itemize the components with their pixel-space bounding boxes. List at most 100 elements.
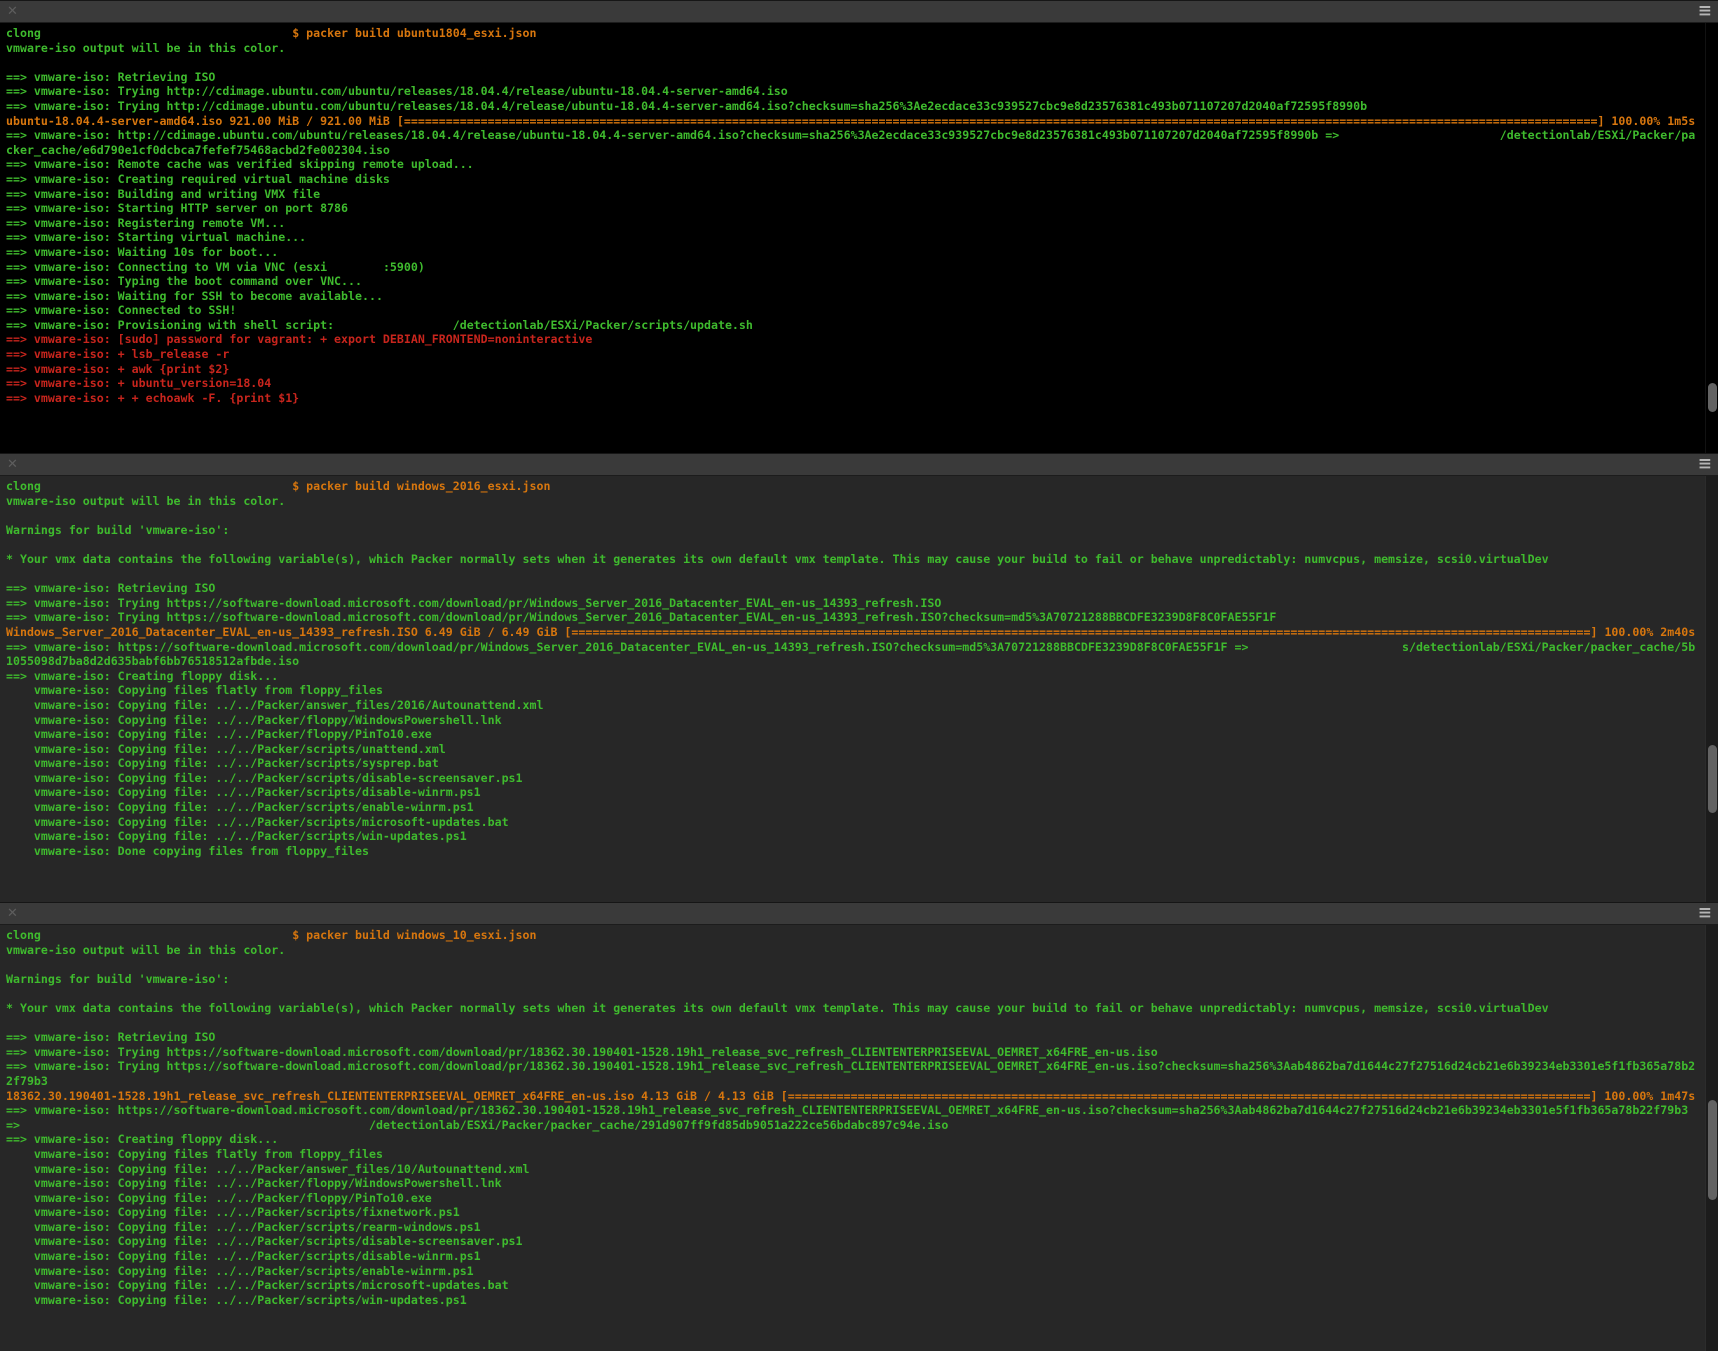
terminal-line: ==> vmware-iso: Trying https://software-… <box>6 1045 1718 1060</box>
pane-titlebar[interactable]: ✕ ≡ <box>0 902 1718 925</box>
terminal-line: vmware-iso: Copying file: ../../Packer/f… <box>6 727 1718 742</box>
menu-icon[interactable]: ≡ <box>1698 906 1711 921</box>
terminal-line: * Your vmx data contains the following v… <box>6 1001 1718 1016</box>
terminal-line: ==> vmware-iso: Connecting to VM via VNC… <box>6 260 1718 275</box>
menu-icon[interactable]: ≡ <box>1698 457 1711 472</box>
terminal-line: vmware-iso: Copying file: ../../Packer/s… <box>6 785 1718 800</box>
terminal-line: vmware-iso: Copying file: ../../Packer/s… <box>6 815 1718 830</box>
terminal-line: ==> vmware-iso: + awk {print $2} <box>6 362 1718 377</box>
terminal-lines: clong $ packer build windows_2016_esxi.j… <box>0 476 1718 858</box>
terminal-line <box>6 537 1718 552</box>
scrollbar-thumb[interactable] <box>1708 745 1717 813</box>
terminal-line <box>6 567 1718 582</box>
terminal-lines: clong $ packer build ubuntu1804_esxi.jso… <box>0 23 1718 405</box>
scrollbar-thumb[interactable] <box>1708 383 1717 412</box>
terminal-line: ==> vmware-iso: Provisioning with shell … <box>6 318 1718 333</box>
terminal-line <box>6 508 1718 523</box>
terminal-line: vmware-iso output will be in this color. <box>6 943 1718 958</box>
terminal-line: ==> vmware-iso: Connected to SSH! <box>6 303 1718 318</box>
terminal-line: ==> vmware-iso: + + echoawk -F. {print $… <box>6 391 1718 406</box>
terminal-line: vmware-iso: Copying file: ../../Packer/s… <box>6 1234 1718 1249</box>
terminal-output[interactable]: clong $ packer build ubuntu1804_esxi.jso… <box>0 23 1718 453</box>
scrollbar[interactable] <box>1705 925 1718 1351</box>
pane-titlebar[interactable]: ✕ ≡ <box>0 453 1718 476</box>
terminal-line: ==> vmware-iso: Registering remote VM... <box>6 216 1718 231</box>
terminal-line: ==> vmware-iso: Trying https://software-… <box>6 610 1718 625</box>
terminal-line: Windows_Server_2016_Datacenter_EVAL_en-u… <box>6 625 1718 640</box>
terminal-line: ==> vmware-iso: Creating floppy disk... <box>6 1132 1718 1147</box>
terminal-line <box>6 986 1718 1001</box>
terminal-line: Warnings for build 'vmware-iso': <box>6 972 1718 987</box>
terminal-line: ==> vmware-iso: Starting HTTP server on … <box>6 201 1718 216</box>
menu-icon[interactable]: ≡ <box>1698 4 1711 19</box>
terminal-line: vmware-iso: Copying file: ../../Packer/a… <box>6 1162 1718 1177</box>
close-icon[interactable]: ✕ <box>7 907 18 920</box>
terminal-line: vmware-iso: Copying file: ../../Packer/s… <box>6 1264 1718 1279</box>
scrollbar[interactable] <box>1705 23 1718 453</box>
pane-titlebar[interactable]: ✕ ≡ <box>0 0 1718 23</box>
terminal-line: 1055098d7ba8d2d635babf6bb76518512afbde.i… <box>6 654 1718 669</box>
terminal-line: vmware-iso: Copying file: ../../Packer/s… <box>6 1249 1718 1264</box>
terminal-line: ==> vmware-iso: Typing the boot command … <box>6 274 1718 289</box>
terminal-line: ==> vmware-iso: Creating required virtua… <box>6 172 1718 187</box>
close-icon[interactable]: ✕ <box>7 5 18 18</box>
terminal-line: ==> vmware-iso: http://cdimage.ubuntu.co… <box>6 128 1718 143</box>
terminal-pane-windows10: ✕ ≡ clong $ packer build windows_10_esxi… <box>0 902 1718 1351</box>
terminal-line: vmware-iso: Copying file: ../../Packer/s… <box>6 829 1718 844</box>
terminal-line: ==> vmware-iso: Trying http://cdimage.ub… <box>6 84 1718 99</box>
terminal-line <box>6 1016 1718 1031</box>
terminal-line: vmware-iso: Done copying files from flop… <box>6 844 1718 859</box>
terminal-line: vmware-iso: Copying file: ../../Packer/f… <box>6 1176 1718 1191</box>
terminal-line: vmware-iso: Copying file: ../../Packer/s… <box>6 742 1718 757</box>
terminal-line: 2f79b3 <box>6 1074 1718 1089</box>
terminal-line: clong $ packer build ubuntu1804_esxi.jso… <box>6 26 1718 41</box>
terminal-line: ==> vmware-iso: Retrieving ISO <box>6 1030 1718 1045</box>
terminal-line: vmware-iso: Copying file: ../../Packer/a… <box>6 698 1718 713</box>
terminal-line: ==> vmware-iso: + lsb_release -r <box>6 347 1718 362</box>
terminal-line: Warnings for build 'vmware-iso': <box>6 523 1718 538</box>
terminal-line: vmware-iso: Copying file: ../../Packer/s… <box>6 1293 1718 1308</box>
terminal-line: vmware-iso output will be in this color. <box>6 41 1718 56</box>
terminal-line: ==> vmware-iso: + ubuntu_version=18.04 <box>6 376 1718 391</box>
terminal-line: vmware-iso: Copying file: ../../Packer/f… <box>6 713 1718 728</box>
terminal-pane-ubuntu1804: ✕ ≡ clong $ packer build ubuntu1804_esxi… <box>0 0 1718 453</box>
terminal-line: ==> vmware-iso: Retrieving ISO <box>6 581 1718 596</box>
terminal-line: ==> vmware-iso: Trying https://software-… <box>6 596 1718 611</box>
terminal-line: ==> vmware-iso: Starting virtual machine… <box>6 230 1718 245</box>
terminal-line: ubuntu-18.04.4-server-amd64.iso 921.00 M… <box>6 114 1718 129</box>
terminal-line: ==> vmware-iso: Waiting 10s for boot... <box>6 245 1718 260</box>
terminal-line: ==> vmware-iso: https://software-downloa… <box>6 640 1718 655</box>
scrollbar[interactable] <box>1705 476 1718 902</box>
terminal-line: vmware-iso: Copying file: ../../Packer/f… <box>6 1191 1718 1206</box>
terminal-line: vmware-iso: Copying file: ../../Packer/s… <box>6 771 1718 786</box>
terminal-line: ==> vmware-iso: Creating floppy disk... <box>6 669 1718 684</box>
terminal-line: vmware-iso: Copying file: ../../Packer/s… <box>6 1205 1718 1220</box>
terminal-line <box>6 957 1718 972</box>
terminal-line: clong $ packer build windows_2016_esxi.j… <box>6 479 1718 494</box>
terminal-line: vmware-iso: Copying file: ../../Packer/s… <box>6 756 1718 771</box>
terminal-line: => /detectionlab/ESXi/Packer/packer_cach… <box>6 1118 1718 1133</box>
terminal-line: clong $ packer build windows_10_esxi.jso… <box>6 928 1718 943</box>
terminal-line: vmware-iso output will be in this color. <box>6 494 1718 509</box>
terminal-line: vmware-iso: Copying files flatly from fl… <box>6 683 1718 698</box>
terminal-line: ==> vmware-iso: [sudo] password for vagr… <box>6 332 1718 347</box>
terminal-line: ==> vmware-iso: Trying https://software-… <box>6 1059 1718 1074</box>
terminal-output[interactable]: clong $ packer build windows_10_esxi.jso… <box>0 925 1718 1351</box>
terminal-line: ==> vmware-iso: Trying http://cdimage.ub… <box>6 99 1718 114</box>
terminal-line: ==> vmware-iso: Retrieving ISO <box>6 70 1718 85</box>
terminal-line: ==> vmware-iso: Building and writing VMX… <box>6 187 1718 202</box>
terminator-window: ✕ ≡ clong $ packer build ubuntu1804_esxi… <box>0 0 1718 1351</box>
scrollbar-thumb[interactable] <box>1708 1100 1717 1200</box>
terminal-line: vmware-iso: Copying files flatly from fl… <box>6 1147 1718 1162</box>
terminal-output[interactable]: clong $ packer build windows_2016_esxi.j… <box>0 476 1718 902</box>
terminal-line: vmware-iso: Copying file: ../../Packer/s… <box>6 1278 1718 1293</box>
terminal-line <box>6 55 1718 70</box>
terminal-line: ==> vmware-iso: Waiting for SSH to becom… <box>6 289 1718 304</box>
terminal-pane-windows2016: ✕ ≡ clong $ packer build windows_2016_es… <box>0 453 1718 902</box>
terminal-line: * Your vmx data contains the following v… <box>6 552 1718 567</box>
terminal-line: vmware-iso: Copying file: ../../Packer/s… <box>6 800 1718 815</box>
close-icon[interactable]: ✕ <box>7 458 18 471</box>
terminal-line: ==> vmware-iso: Remote cache was verifie… <box>6 157 1718 172</box>
terminal-line: vmware-iso: Copying file: ../../Packer/s… <box>6 1220 1718 1235</box>
terminal-lines: clong $ packer build windows_10_esxi.jso… <box>0 925 1718 1307</box>
